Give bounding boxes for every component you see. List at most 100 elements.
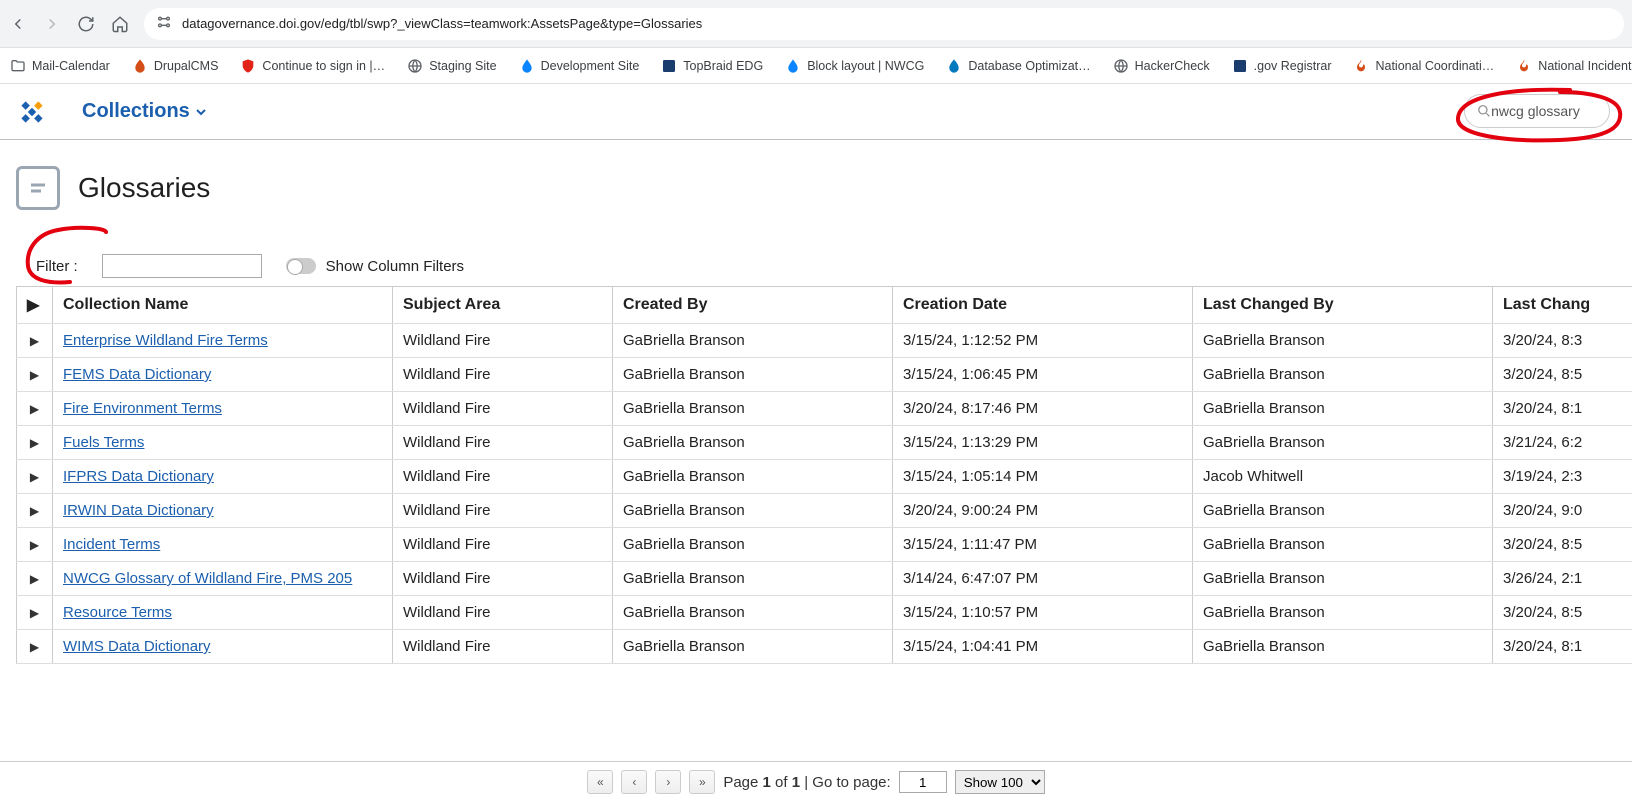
- global-search[interactable]: [1464, 94, 1610, 128]
- cell-created-by: GaBriella Branson: [613, 494, 893, 528]
- pager-pagesize-select[interactable]: Show 100: [955, 770, 1045, 794]
- bookmark-label: TopBraid EDG: [683, 59, 763, 73]
- bookmark-item[interactable]: HackerCheck: [1113, 58, 1210, 74]
- forward-button[interactable]: [42, 14, 62, 34]
- col-collection-name[interactable]: Collection Name: [53, 287, 393, 324]
- cell-last-changed: 3/20/24, 8:5: [1493, 528, 1632, 562]
- bookmark-item[interactable]: National Coordinati…: [1353, 58, 1494, 74]
- browser-toolbar: datagovernance.doi.gov/edg/tbl/swp?_view…: [0, 0, 1632, 48]
- cell-created-by: GaBriella Branson: [613, 630, 893, 664]
- collection-link[interactable]: Enterprise Wildland Fire Terms: [63, 332, 268, 349]
- col-creation-date[interactable]: Creation Date: [893, 287, 1193, 324]
- shield-icon: [240, 58, 256, 74]
- cell-subject-area: Wildland Fire: [393, 426, 613, 460]
- bookmark-item[interactable]: Database Optimizat…: [946, 58, 1090, 74]
- bookmark-label: Database Optimizat…: [968, 59, 1090, 73]
- collection-link[interactable]: WIMS Data Dictionary: [63, 638, 211, 655]
- bookmark-label: Staging Site: [429, 59, 496, 73]
- col-created-by[interactable]: Created By: [613, 287, 893, 324]
- cell-creation-date: 3/14/24, 6:47:07 PM: [893, 562, 1193, 596]
- cell-subject-area: Wildland Fire: [393, 494, 613, 528]
- address-bar[interactable]: datagovernance.doi.gov/edg/tbl/swp?_view…: [144, 8, 1624, 40]
- pager-next[interactable]: ›: [655, 770, 681, 794]
- pager-goto-input[interactable]: [899, 771, 947, 793]
- cell-subject-area: Wildland Fire: [393, 528, 613, 562]
- collection-link[interactable]: IRWIN Data Dictionary: [63, 502, 214, 519]
- globe-icon: [1113, 58, 1129, 74]
- collection-link[interactable]: IFPRS Data Dictionary: [63, 468, 214, 485]
- pager-first[interactable]: «: [587, 770, 613, 794]
- pager-last[interactable]: »: [689, 770, 715, 794]
- row-expand[interactable]: ▶: [30, 436, 39, 450]
- collection-link[interactable]: NWCG Glossary of Wildland Fire, PMS 205: [63, 570, 352, 587]
- bookmark-item[interactable]: DrupalCMS: [132, 58, 219, 74]
- cell-created-by: GaBriella Branson: [613, 460, 893, 494]
- table-row: ▶ FEMS Data Dictionary Wildland Fire GaB…: [17, 358, 1632, 392]
- cell-last-changed-by: GaBriella Branson: [1193, 426, 1493, 460]
- cell-subject-area: Wildland Fire: [393, 630, 613, 664]
- collection-link[interactable]: Incident Terms: [63, 536, 160, 553]
- collection-link[interactable]: Fuels Terms: [63, 434, 144, 451]
- col-last-changed[interactable]: Last Chang: [1493, 287, 1632, 324]
- filter-row: Filter : Show Column Filters: [36, 254, 1616, 278]
- table-row: ▶ Enterprise Wildland Fire Terms Wildlan…: [17, 324, 1632, 358]
- row-expand[interactable]: ▶: [30, 640, 39, 654]
- filter-input[interactable]: [102, 254, 262, 278]
- reload-button[interactable]: [76, 14, 96, 34]
- row-expand[interactable]: ▶: [30, 606, 39, 620]
- cell-creation-date: 3/15/24, 1:04:41 PM: [893, 630, 1193, 664]
- back-button[interactable]: [8, 14, 28, 34]
- cell-last-changed-by: GaBriella Branson: [1193, 528, 1493, 562]
- pager-goto-label: | Go to page:: [800, 774, 891, 791]
- collection-link[interactable]: Fire Environment Terms: [63, 400, 222, 417]
- bookmark-item[interactable]: Block layout | NWCG: [785, 58, 924, 74]
- row-expand[interactable]: ▶: [30, 402, 39, 416]
- drop-icon: [519, 58, 535, 74]
- expand-all-header[interactable]: ▶: [17, 287, 53, 324]
- cell-creation-date: 3/15/24, 1:12:52 PM: [893, 324, 1193, 358]
- cell-last-changed-by: GaBriella Branson: [1193, 596, 1493, 630]
- bookmark-label: National Incident M…: [1538, 59, 1632, 73]
- globe-icon: [407, 58, 423, 74]
- bookmark-item[interactable]: National Incident M…: [1516, 58, 1632, 74]
- bookmark-label: HackerCheck: [1135, 59, 1210, 73]
- col-subject-area[interactable]: Subject Area: [393, 287, 613, 324]
- row-expand[interactable]: ▶: [30, 368, 39, 382]
- cell-last-changed-by: GaBriella Branson: [1193, 630, 1493, 664]
- cell-subject-area: Wildland Fire: [393, 460, 613, 494]
- search-input[interactable]: [1491, 103, 1597, 119]
- bookmark-item[interactable]: Development Site: [519, 58, 640, 74]
- bookmark-item[interactable]: TopBraid EDG: [661, 58, 763, 74]
- row-expand[interactable]: ▶: [30, 572, 39, 586]
- pager-page-current: 1: [763, 774, 771, 791]
- pager-page-sep: of: [771, 774, 792, 791]
- row-expand[interactable]: ▶: [30, 504, 39, 518]
- collection-link[interactable]: FEMS Data Dictionary: [63, 366, 211, 383]
- bookmark-item[interactable]: Mail-Calendar: [10, 58, 110, 74]
- col-last-changed-by[interactable]: Last Changed By: [1193, 287, 1493, 324]
- table-row: ▶ Fuels Terms Wildland Fire GaBriella Br…: [17, 426, 1632, 460]
- row-expand[interactable]: ▶: [30, 538, 39, 552]
- bookmark-item[interactable]: .gov Registrar: [1232, 58, 1332, 74]
- table-row: ▶ WIMS Data Dictionary Wildland Fire GaB…: [17, 630, 1632, 664]
- cell-last-changed-by: GaBriella Branson: [1193, 392, 1493, 426]
- collections-menu[interactable]: Collections: [82, 100, 206, 123]
- row-expand[interactable]: ▶: [30, 334, 39, 348]
- cell-subject-area: Wildland Fire: [393, 596, 613, 630]
- table-row: ▶ IRWIN Data Dictionary Wildland Fire Ga…: [17, 494, 1632, 528]
- pager-page-label: Page 1 of 1 | Go to page:: [723, 774, 890, 791]
- bookmark-item[interactable]: Continue to sign in |…: [240, 58, 385, 74]
- drop-icon: [785, 58, 801, 74]
- collection-link[interactable]: Resource Terms: [63, 604, 172, 621]
- row-expand[interactable]: ▶: [30, 470, 39, 484]
- bookmark-label: DrupalCMS: [154, 59, 219, 73]
- show-column-filters-toggle[interactable]: [286, 258, 316, 274]
- home-button[interactable]: [110, 14, 130, 34]
- bookmark-label: Continue to sign in |…: [262, 59, 385, 73]
- drupal-icon: [132, 58, 148, 74]
- cell-last-changed: 3/20/24, 9:0: [1493, 494, 1632, 528]
- pager-prev[interactable]: ‹: [621, 770, 647, 794]
- bookmark-item[interactable]: Staging Site: [407, 58, 496, 74]
- cell-created-by: GaBriella Branson: [613, 528, 893, 562]
- filter-label: Filter :: [36, 258, 78, 275]
